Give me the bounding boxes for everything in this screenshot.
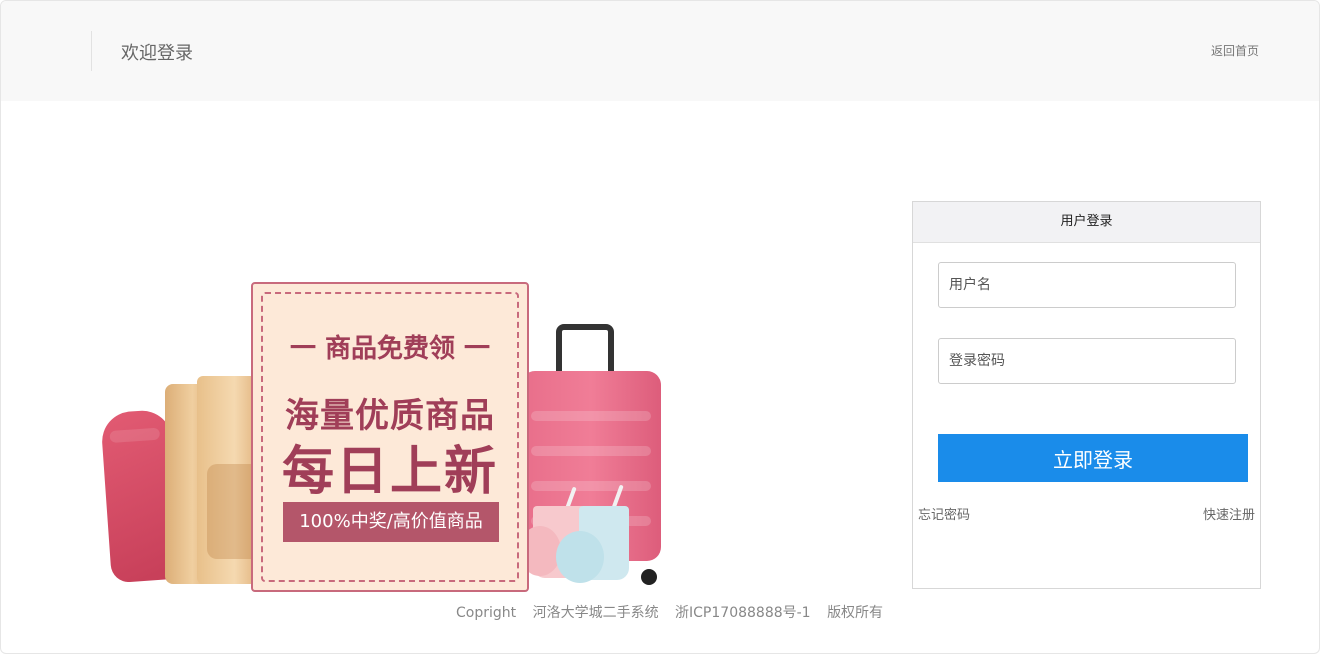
page-frame: 欢迎登录 返回首页 一 商品免费领 一 海量优质商品 每日上新 100%中奖/高… [0, 0, 1320, 654]
promo-headline-large: 每日上新 [281, 442, 498, 502]
footer-rights: 版权所有 [827, 605, 884, 621]
cup-lid-image [556, 531, 604, 583]
back-home-link[interactable]: 返回首页 [1211, 42, 1259, 59]
footer-icp: 浙ICP17088888号-1 [675, 605, 811, 621]
promo-tag: 100%中奖/高价值商品 [283, 502, 499, 542]
suitcase-ridge [531, 411, 651, 421]
password-input[interactable] [938, 338, 1236, 384]
forgot-password-link[interactable]: 忘记密码 [918, 504, 970, 523]
footer-system-name: 河洛大学城二手系统 [532, 605, 659, 621]
suitcase-ridge [531, 481, 651, 491]
register-link[interactable]: 快速注册 [1203, 504, 1255, 523]
promo-banner: 一 商品免费领 一 海量优质商品 每日上新 100%中奖/高价值商品 [100, 276, 681, 596]
header-divider [91, 31, 92, 71]
footer: Copright 河洛大学城二手系统 浙ICP17088888号-1 版权所有 [456, 602, 895, 622]
promo-card: 一 商品免费领 一 海量优质商品 每日上新 100%中奖/高价值商品 [251, 282, 529, 592]
suitcase-handle-image [556, 324, 614, 374]
suitcase-wheel [641, 569, 657, 585]
login-button[interactable]: 立即登录 [938, 434, 1248, 482]
login-panel: 用户登录 立即登录 忘记密码 快速注册 [912, 201, 1261, 589]
suitcase-ridge [531, 446, 651, 456]
header: 欢迎登录 返回首页 [1, 1, 1319, 101]
page-title: 欢迎登录 [121, 43, 193, 64]
login-heading: 用户登录 [913, 202, 1260, 243]
promo-subtitle: 一 商品免费领 一 [289, 334, 491, 364]
username-input[interactable] [938, 262, 1236, 308]
footer-copyright: Copright [456, 605, 517, 621]
